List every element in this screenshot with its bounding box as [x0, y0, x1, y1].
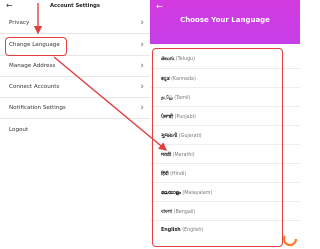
menu-item-label: Logout [9, 127, 29, 133]
arrow-left-icon[interactable]: ← [156, 2, 163, 12]
menu-item-label: Privacy [9, 20, 30, 26]
menu-item-manage-address[interactable]: Manage Address › [0, 57, 150, 77]
language-list-highlight [152, 48, 283, 247]
chevron-right-icon: › [140, 40, 144, 50]
menu-item-logout[interactable]: Logout [0, 121, 150, 141]
menu-item-label: Notification Settings [9, 105, 66, 111]
choose-language-header: ← Choose Your Language [150, 0, 300, 40]
change-language-highlight [5, 37, 67, 56]
page-title: Account Settings [50, 3, 100, 9]
chevron-right-icon: › [140, 18, 144, 28]
page-title: Choose Your Language [180, 16, 270, 24]
watermark-logo-icon [283, 232, 297, 246]
account-settings-header: ← Account Settings [0, 0, 150, 14]
menu-item-privacy[interactable]: Privacy › [0, 14, 150, 34]
chevron-right-icon: › [140, 61, 144, 71]
chevron-right-icon: › [140, 103, 144, 113]
menu-item-label: Connect Accounts [9, 84, 60, 90]
menu-item-notification-settings[interactable]: Notification Settings › [0, 99, 150, 119]
menu-item-label: Manage Address [9, 63, 56, 69]
menu-item-connect-accounts[interactable]: Connect Accounts › [0, 78, 150, 98]
chevron-right-icon: › [140, 82, 144, 92]
